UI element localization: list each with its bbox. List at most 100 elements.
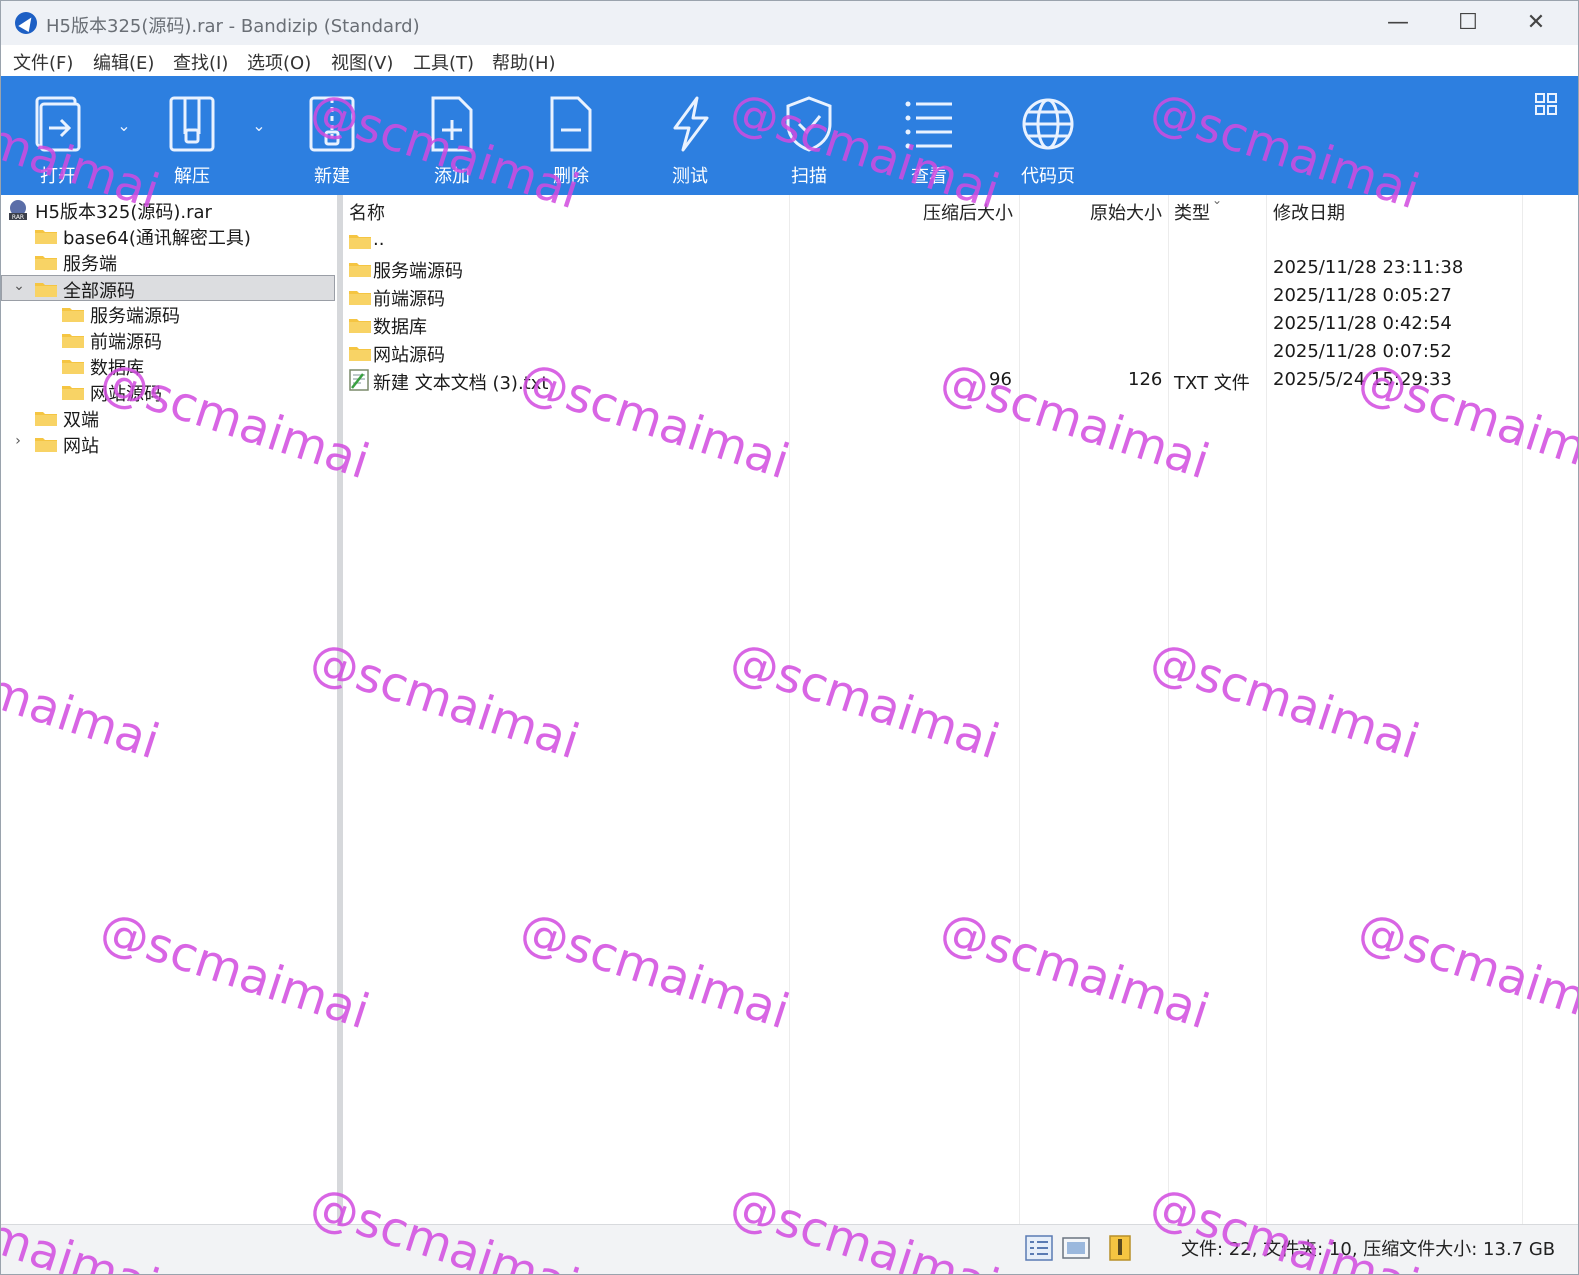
view-list-icon [905,101,952,149]
toolbar-scan-label: 扫描 [791,166,827,187]
toolbar-view-label: 查看 [911,166,947,187]
tree-item-label: 数据库 [90,358,144,379]
folder-icon [62,386,84,400]
folder-icon [349,263,371,277]
open-icon [35,96,81,152]
toolbar-test-button[interactable]: 测试 [645,76,735,195]
toolbar-add-button[interactable]: 添加 [407,76,497,195]
toolbar-delete-button[interactable]: 删除 [526,76,616,195]
tree-item-server[interactable]: 服务端 [1,249,335,275]
file-name: .. [373,229,385,250]
menu-edit[interactable]: 编辑(E) [93,49,154,75]
file-modified: 2025/11/28 23:11:38 [1273,257,1464,278]
toolbar-codepage-label: 代码页 [1021,166,1075,187]
tree-expand-chevron-icon[interactable]: ⌄ [11,278,27,294]
tree-item-label: 前端源码 [90,332,162,353]
archive-info-icon[interactable] [1106,1235,1134,1261]
folder-icon [62,308,84,322]
maximize-button[interactable]: ☐ [1433,1,1503,45]
layout-toggle-icon[interactable] [1534,92,1558,116]
minimize-button[interactable]: — [1363,1,1433,45]
file-row[interactable]: 前端源码 2025/11/28 0:05:27 [343,283,1578,311]
file-row[interactable]: 服务端源码 2025/11/28 23:11:38 [343,255,1578,283]
toolbar: 打开 ⌄ 解压 ⌄ 新建 添加 删除 测试 扫描 查看 代码页 [1,76,1578,195]
file-list: 名称 压缩后大小 原始大小 类型 ⌄ 修改日期 .. 服务端源码 2025/11… [343,193,1578,1224]
extract-icon [169,96,215,152]
extract-dropdown-arrow[interactable]: ⌄ [247,114,271,138]
column-header-original-size[interactable]: 原始大小 [1090,199,1162,225]
folder-icon [35,230,57,244]
tree-item-base64[interactable]: base64(通讯解密工具) [1,223,335,249]
menu-options[interactable]: 选项(O) [247,49,311,75]
tree-item-label: 服务端 [63,254,117,275]
tree-item-website-source[interactable]: 网站源码 [1,379,335,405]
folder-icon [349,235,371,249]
close-button[interactable]: ✕ [1501,1,1571,45]
preview-view-icon[interactable] [1062,1235,1090,1261]
tree-item-frontend-source[interactable]: 前端源码 [1,327,335,353]
file-name: 新建 文本文档 (3).txt [373,373,549,394]
column-header-packed-size[interactable]: 压缩后大小 [923,199,1013,225]
svg-text:RAR: RAR [12,214,24,221]
file-row[interactable]: 新建 文本文档 (3).txt 96 126 TXT 文件 2025/5/24 … [343,367,1578,395]
toolbar-view-button[interactable]: 查看 [884,76,974,195]
file-modified: 2025/5/24 15:29:33 [1273,369,1452,390]
toolbar-scan-button[interactable]: 扫描 [764,76,854,195]
toolbar-open-button[interactable]: 打开 [13,76,103,195]
tree-root[interactable]: RAR H5版本325(源码).rar [1,197,335,223]
delete-file-icon [550,96,592,152]
bandizip-window: H5版本325(源码).rar - Bandizip (Standard) — … [0,0,1579,1275]
file-name: 数据库 [373,317,427,338]
tree-item-database[interactable]: 数据库 [1,353,335,379]
folder-icon [62,360,84,374]
toolbar-test-label: 测试 [672,166,708,187]
toolbar-extract-label: 解压 [174,166,210,187]
folder-icon [349,319,371,333]
file-packed-size: 96 [989,369,1012,390]
toolbar-extract-button[interactable]: 解压 [147,76,237,195]
tree-collapse-chevron-icon[interactable]: › [10,433,26,449]
menu-find[interactable]: 查找(I) [173,49,228,75]
file-row[interactable]: 网站源码 2025/11/28 0:07:52 [343,339,1578,367]
toolbar-open-label: 打开 [40,166,76,187]
menu-help[interactable]: 帮助(H) [492,49,556,75]
folder-icon [35,283,57,297]
bandizip-logo-icon [15,12,37,34]
toolbar-new-button[interactable]: 新建 [287,76,377,195]
folder-tree: RAR H5版本325(源码).rar base64(通讯解密工具) 服务端 ⌄… [1,195,337,1224]
file-original-size: 126 [1128,369,1163,390]
tree-item-dual[interactable]: 双端 [1,405,335,431]
open-dropdown-arrow[interactable]: ⌄ [112,114,136,138]
tree-item-all-source[interactable]: ⌄ 全部源码 [1,275,335,302]
file-row-parent[interactable]: .. [343,227,1578,255]
column-header-type[interactable]: 类型 [1174,199,1210,225]
file-name: 前端源码 [373,289,445,310]
folder-icon [35,256,57,270]
details-view-icon[interactable] [1025,1235,1053,1261]
tree-item-server-source[interactable]: 服务端源码 [1,301,335,327]
rar-archive-icon: RAR [9,200,27,221]
tree-item-website[interactable]: › 网站 [1,431,335,457]
folder-icon [35,412,57,426]
file-type: TXT 文件 [1174,373,1250,394]
menu-file[interactable]: 文件(F) [13,49,73,75]
toolbar-delete-label: 删除 [553,166,589,187]
column-header-modified[interactable]: 修改日期 [1273,199,1345,225]
menu-tools[interactable]: 工具(T) [413,49,474,75]
toolbar-new-label: 新建 [314,166,350,187]
tree-item-label: 网站源码 [90,384,162,405]
column-header-name[interactable]: 名称 [349,199,385,225]
toolbar-codepage-button[interactable]: 代码页 [1003,76,1093,195]
folder-icon [62,334,84,348]
sort-chevron-icon: ⌄ [1212,193,1223,207]
tree-item-label: base64(通讯解密工具) [63,228,251,249]
folder-icon [35,438,57,452]
menu-view[interactable]: 视图(V) [331,49,393,75]
title-bar: H5版本325(源码).rar - Bandizip (Standard) — … [1,1,1578,45]
new-archive-icon [309,96,355,152]
file-name: 服务端源码 [373,261,463,282]
add-file-icon [431,96,473,152]
file-row[interactable]: 数据库 2025/11/28 0:42:54 [343,311,1578,339]
folder-icon [349,347,371,361]
tree-item-label: 网站 [63,436,99,457]
